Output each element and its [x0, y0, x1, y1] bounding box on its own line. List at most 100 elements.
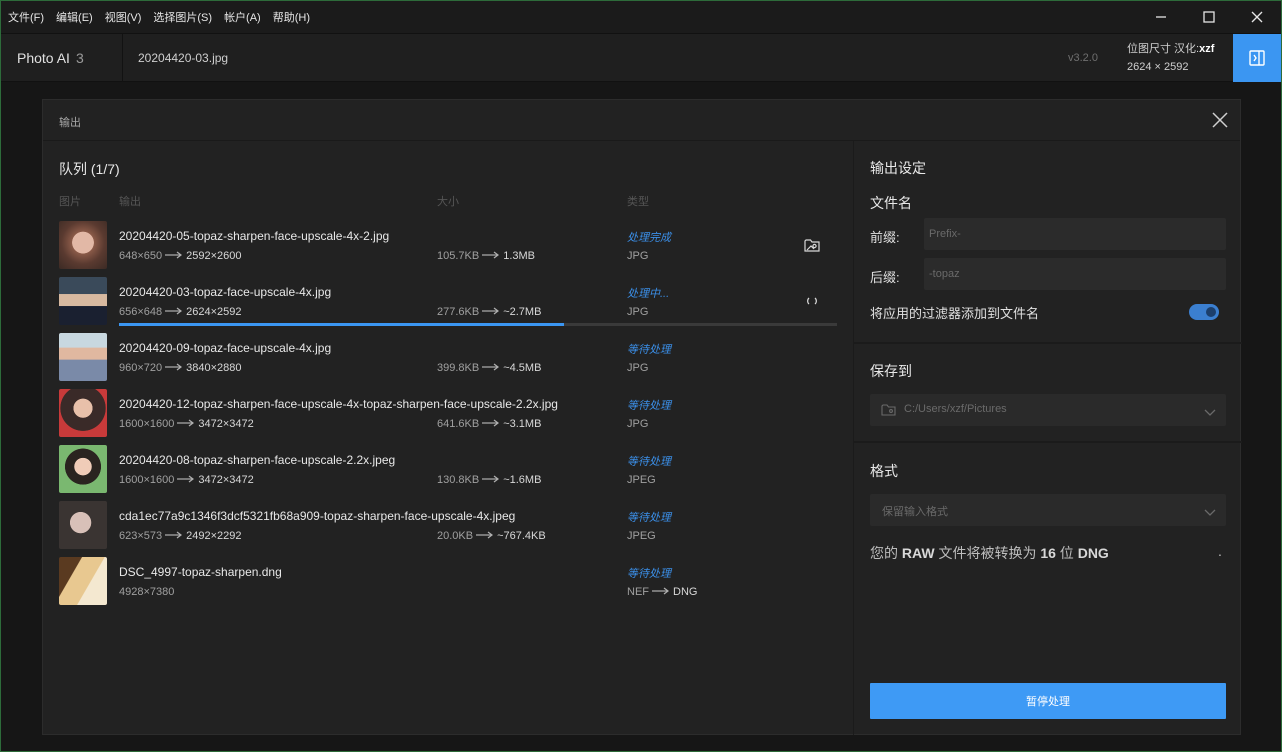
menu-select-images[interactable]: 选择图片(S)	[153, 9, 212, 25]
output-filename: 20204420-05-topaz-sharpen-face-upscale-4…	[119, 229, 390, 243]
prefix-label: 前缀:	[870, 230, 900, 245]
type-to: DNG	[673, 586, 698, 598]
size-from: 641.6KB	[437, 418, 480, 430]
dims-from: 1600×1600	[119, 474, 175, 486]
output-filename: cda1ec77a9c1346f3dcf5321fb68a909-topaz-s…	[119, 509, 516, 523]
chevron-down-icon	[1204, 404, 1216, 422]
filter-to-filename-toggle[interactable]	[1189, 304, 1219, 320]
thumbnail	[59, 389, 107, 437]
arrow-right-icon	[482, 362, 500, 374]
menu-account[interactable]: 帐户(A)	[224, 9, 261, 25]
size-to: ~1.6MB	[503, 474, 542, 486]
processing-status: 等待处理	[627, 568, 671, 580]
image-size-label: 位图尺寸 汉化:xzf	[1127, 40, 1214, 56]
format-dropdown[interactable]: 保留输入格式	[870, 494, 1226, 526]
arrow-right-icon	[177, 418, 195, 430]
dialog-title: 输出	[59, 117, 81, 129]
minimize-button[interactable]	[1137, 1, 1185, 33]
queue-row[interactable]: 20204420-05-topaz-sharpen-face-upscale-4…	[59, 221, 839, 271]
menu-help[interactable]: 帮助(H)	[273, 9, 310, 25]
open-output-button[interactable]	[803, 236, 821, 254]
file-sizes: 641.6KB ~3.1MB	[437, 418, 541, 430]
arrow-right-icon	[482, 250, 500, 262]
raw-note-dng: DNG	[1077, 545, 1109, 561]
raw-note-mid2: 位	[1055, 545, 1078, 561]
file-sizes: 277.6KB ~2.7MB	[437, 306, 541, 318]
queue-row[interactable]: 20204420-09-topaz-face-upscale-4x.jpg 96…	[59, 333, 839, 383]
raw-conversion-note: 您的 RAW 文件将被转换为 16 位 DNG	[870, 543, 1109, 563]
pause-processing-button[interactable]: 暂停处理	[870, 683, 1226, 719]
raw-note-raw: RAW	[901, 545, 935, 561]
toggle-side-panel-button[interactable]	[1233, 34, 1281, 82]
dimensions: 1600×1600 3472×3472	[119, 474, 254, 486]
arrow-right-icon	[165, 362, 183, 374]
maximize-icon	[1203, 11, 1215, 23]
thumbnail	[59, 557, 107, 605]
size-to: ~2.7MB	[503, 306, 542, 318]
menu-file[interactable]: 文件(F)	[8, 9, 44, 25]
column-header-output: 输出	[119, 196, 141, 208]
output-filename: 20204420-12-topaz-sharpen-face-upscale-4…	[119, 397, 558, 411]
prefix-input[interactable]	[924, 218, 1226, 250]
app-version: v3.2.0	[1068, 52, 1098, 64]
queue-row[interactable]: 20204420-03-topaz-face-upscale-4x.jpg 65…	[59, 277, 839, 327]
dialog-close-button[interactable]	[1210, 110, 1230, 130]
arrow-right-icon	[165, 530, 183, 542]
column-header-image: 图片	[59, 196, 81, 208]
open-folder-image-icon	[804, 239, 820, 252]
file-type: JPEG	[627, 530, 656, 542]
output-dialog: 输出 队列 (1/7) 图片 输出 大小 类型 20204420-05-topa…	[42, 99, 1242, 735]
processing-status: 等待处理	[627, 400, 671, 412]
suffix-input[interactable]	[924, 258, 1226, 290]
output-filename: 20204420-08-topaz-sharpen-face-upscale-2…	[119, 453, 396, 467]
output-filename: 20204420-03-topaz-face-upscale-4x.jpg	[119, 285, 332, 299]
file-type: NEF DNG	[627, 586, 697, 598]
close-window-button[interactable]	[1233, 1, 1281, 33]
side-panel-icon	[1249, 50, 1265, 66]
settings-title: 输出设定	[870, 160, 926, 176]
dims-from: 960×720	[119, 362, 163, 374]
queue-row[interactable]: 20204420-08-topaz-sharpen-face-upscale-2…	[59, 445, 839, 495]
queue-row[interactable]: DSC_4997-topaz-sharpen.dng 4928×7380 等待处…	[59, 557, 839, 607]
processing-status: 等待处理	[627, 456, 671, 468]
type-from: NEF	[627, 586, 649, 598]
raw-note-dot: .	[1218, 543, 1222, 559]
dims-to: 3472×3472	[198, 474, 254, 486]
processing-indicator	[803, 292, 821, 310]
menu-edit[interactable]: 编辑(E)	[56, 9, 93, 25]
raw-note-mid: 文件将被转换为	[934, 545, 1041, 561]
queue-row[interactable]: 20204420-12-topaz-sharpen-face-upscale-4…	[59, 389, 839, 439]
save-path-dropdown[interactable]: C:/Users/xzf/Pictures	[870, 394, 1226, 426]
format-section-title: 格式	[870, 463, 898, 479]
filename-section-title: 文件名	[870, 195, 912, 211]
filter-to-filename-label: 将应用的过滤器添加到文件名	[870, 306, 1040, 321]
app-major-version: 3	[75, 50, 84, 66]
arrow-right-icon	[482, 418, 500, 430]
size-from: 130.8KB	[437, 474, 480, 486]
dims-to: 2624×2592	[186, 306, 242, 318]
dialog-header: 输出	[43, 100, 1240, 141]
size-from: 399.8KB	[437, 362, 480, 374]
file-type: JPEG	[627, 474, 656, 486]
save-to-section-title: 保存到	[870, 363, 912, 379]
app-name-text: Photo AI	[17, 50, 70, 66]
menu-view[interactable]: 视图(V)	[105, 9, 142, 25]
file-sizes: 105.7KB 1.3MB	[437, 250, 535, 262]
section-divider	[854, 342, 1242, 344]
output-filename: DSC_4997-topaz-sharpen.dng	[119, 565, 282, 579]
dimensions: 656×648 2624×2592	[119, 306, 242, 318]
size-from: 105.7KB	[437, 250, 480, 262]
arrow-right-icon	[177, 474, 195, 486]
current-file-name: 20204420-03.jpg	[138, 51, 229, 65]
processing-status: 等待处理	[627, 512, 671, 524]
size-from: 277.6KB	[437, 306, 480, 318]
queue-row[interactable]: cda1ec77a9c1346f3dcf5321fb68a909-topaz-s…	[59, 501, 839, 551]
processing-status: 处理完成	[627, 232, 671, 244]
dims-from: 4928×7380	[119, 586, 175, 598]
dimensions: 960×720 3840×2880	[119, 362, 242, 374]
dims-to: 2592×2600	[186, 250, 242, 262]
maximize-button[interactable]	[1185, 1, 1233, 33]
menu-items: 文件(F) 编辑(E) 视图(V) 选择图片(S) 帐户(A) 帮助(H)	[1, 9, 322, 25]
dimensions: 4928×7380	[119, 586, 174, 598]
arrow-right-icon	[482, 474, 500, 486]
